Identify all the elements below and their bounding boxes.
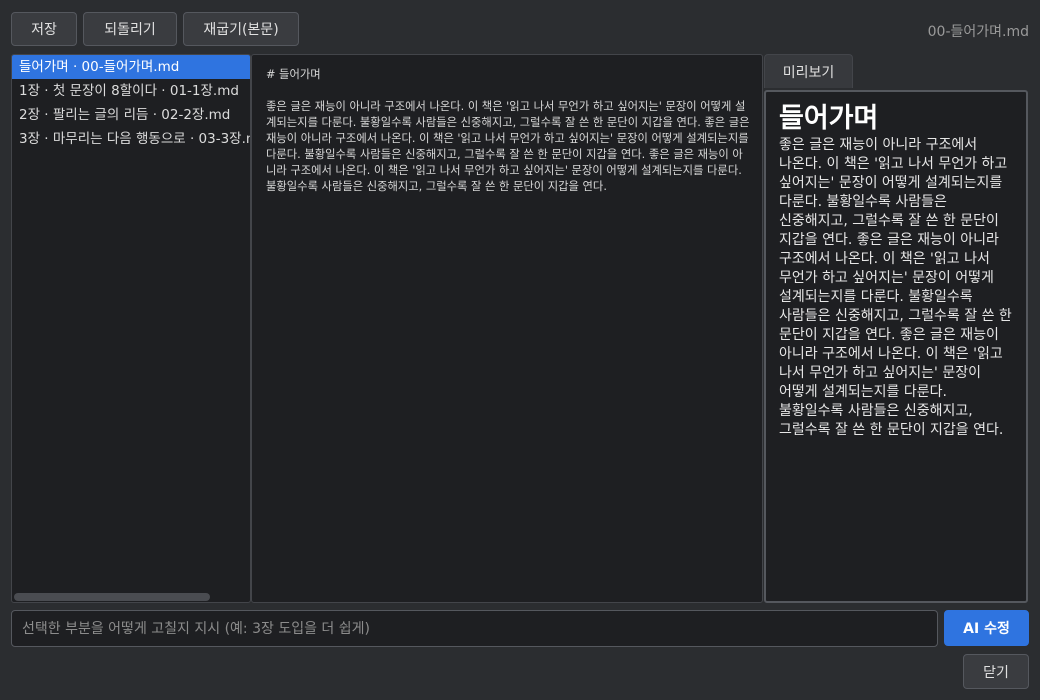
save-button[interactable]: 저장 xyxy=(11,12,77,46)
list-item[interactable]: 2장 · 팔리는 글의 리듬 · 02-2장.md xyxy=(12,103,250,127)
close-button[interactable]: 닫기 xyxy=(963,654,1029,689)
tab-preview[interactable]: 미리보기 xyxy=(764,54,853,88)
current-file-label: 00-들어가며.md xyxy=(927,24,1029,40)
preview-pane: 들어가며 좋은 글은 재능이 아니라 구조에서 나온다. 이 책은 '읽고 나서… xyxy=(764,90,1028,603)
rebake-body-button[interactable]: 재굽기(본문) xyxy=(183,12,299,46)
preview-body: 좋은 글은 재능이 아니라 구조에서 나온다. 이 책은 '읽고 나서 무언가 … xyxy=(779,137,1012,438)
preview-heading: 들어가며 xyxy=(779,103,879,134)
horizontal-scrollbar[interactable] xyxy=(14,593,210,601)
list-item[interactable]: 들어가며 · 00-들어가며.md xyxy=(12,55,250,79)
ai-revise-button[interactable]: AI 수정 xyxy=(944,610,1029,646)
ai-instruction-input[interactable] xyxy=(11,610,938,647)
list-item[interactable]: 3장 · 마무리는 다음 행동으로 · 03-3장.md xyxy=(12,127,250,151)
markdown-editor[interactable]: # 들어가며 좋은 글은 재능이 아니라 구조에서 나온다. 이 책은 '읽고 … xyxy=(251,54,763,603)
undo-button[interactable]: 되돌리기 xyxy=(83,12,177,46)
chapter-file-list[interactable]: 들어가며 · 00-들어가며.md 1장 · 첫 문장이 8할이다 · 01-1… xyxy=(11,54,251,603)
list-item[interactable]: 1장 · 첫 문장이 8할이다 · 01-1장.md xyxy=(12,79,250,103)
